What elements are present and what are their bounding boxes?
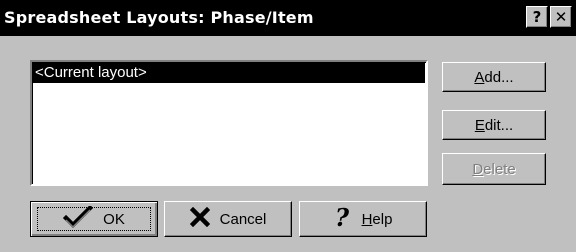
cancel-button[interactable]: Cancel: [164, 201, 292, 237]
focus-rectangle: [37, 207, 151, 231]
help-title-button[interactable]: ?: [526, 6, 548, 28]
add-label-rest: dd...: [484, 68, 514, 86]
edit-button[interactable]: Edit...: [442, 110, 546, 140]
x-icon: [189, 206, 210, 231]
layouts-list[interactable]: <Current layout>: [30, 60, 428, 186]
window-title: Spreadsheet Layouts: Phase/Item: [4, 8, 314, 27]
delete-label-rest: elete: [483, 160, 516, 178]
help-button[interactable]: ? Help: [299, 201, 427, 237]
help-label-rest: elp: [372, 210, 393, 228]
question-mark-icon: ?: [334, 203, 352, 234]
delete-mnemonic: D: [472, 160, 484, 178]
close-button[interactable]: ✕: [550, 6, 572, 28]
edit-mnemonic: E: [474, 116, 485, 134]
svg-text:?: ?: [335, 204, 350, 230]
delete-button[interactable]: Delete: [442, 153, 546, 185]
list-item-current-layout[interactable]: <Current layout>: [33, 63, 425, 83]
title-bar: Spreadsheet Layouts: Phase/Item ? ✕: [0, 0, 576, 36]
ok-button[interactable]: OK: [30, 201, 158, 237]
edit-label-rest: dit...: [484, 116, 514, 134]
add-mnemonic: A: [474, 68, 485, 86]
help-mnemonic: H: [361, 210, 373, 228]
add-button[interactable]: Add...: [442, 62, 546, 92]
cancel-label: Cancel: [219, 210, 267, 228]
